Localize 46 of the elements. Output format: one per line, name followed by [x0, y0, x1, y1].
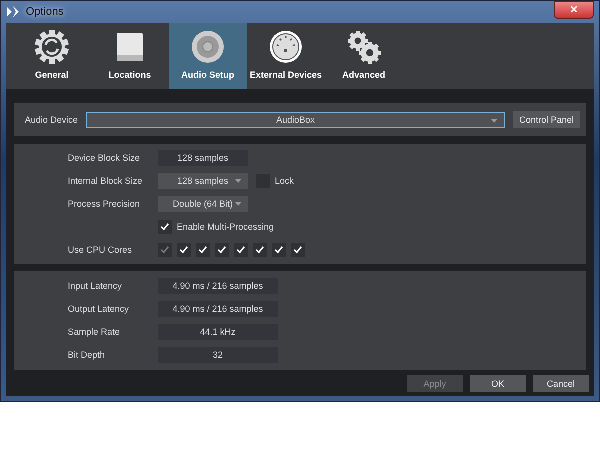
field-label: Device Block Size	[68, 153, 142, 163]
tab[interactable]: Advanced	[325, 23, 403, 89]
app-logo-icon	[6, 5, 20, 19]
gears-icon	[346, 29, 382, 65]
dialog-button[interactable]: Cancel	[533, 375, 589, 392]
tab[interactable]: Locations	[91, 23, 169, 89]
audio-device-dropdown[interactable]: AudioBox	[86, 112, 506, 128]
checkbox[interactable]	[158, 220, 172, 234]
value-field: 4.90 ms / 216 samples	[158, 301, 278, 317]
close-button[interactable]: ✕	[554, 1, 594, 19]
checkbox[interactable]	[291, 243, 305, 257]
field-label: Audio Device	[25, 114, 78, 124]
window-title: Options	[26, 6, 64, 18]
tab[interactable]: General	[13, 23, 91, 89]
field-label: Output Latency	[68, 304, 130, 314]
field-label: Input Latency	[68, 281, 124, 291]
checkbox[interactable]	[253, 243, 267, 257]
checkbox[interactable]	[196, 243, 210, 257]
dropdown[interactable]: 128 samples	[158, 173, 248, 189]
dialog-button[interactable]: OK	[470, 375, 526, 392]
checkbox-label: Enable Multi-Processing	[177, 222, 274, 232]
caret-icon	[235, 179, 242, 183]
value-field: 128 samples	[158, 150, 248, 166]
tab[interactable]: External Devices	[247, 23, 325, 89]
speaker-icon	[190, 29, 226, 65]
field-label: Internal Block Size	[68, 176, 144, 186]
field-label: Bit Depth	[68, 350, 106, 360]
caret-icon	[235, 202, 242, 206]
dial-icon	[268, 29, 304, 65]
field-label: Process Precision	[68, 199, 142, 209]
checkbox-label: Lock	[275, 176, 294, 186]
value-field: 4.90 ms / 216 samples	[158, 278, 278, 294]
checkbox[interactable]	[234, 243, 248, 257]
checkbox[interactable]	[177, 243, 191, 257]
value-field: 32	[158, 347, 278, 363]
checkbox[interactable]	[272, 243, 286, 257]
gear-icon	[34, 29, 70, 65]
value-field: 44.1 kHz	[158, 324, 278, 340]
caret-icon	[491, 118, 498, 122]
control-panel-button[interactable]: Control Panel	[513, 111, 580, 128]
field-label: Sample Rate	[68, 327, 122, 337]
checkbox[interactable]	[215, 243, 229, 257]
dropdown[interactable]: Double (64 Bit)	[158, 196, 248, 212]
field-label: Use CPU Cores	[68, 245, 134, 255]
tab[interactable]: Audio Setup	[169, 23, 247, 89]
check-icon	[160, 222, 170, 232]
